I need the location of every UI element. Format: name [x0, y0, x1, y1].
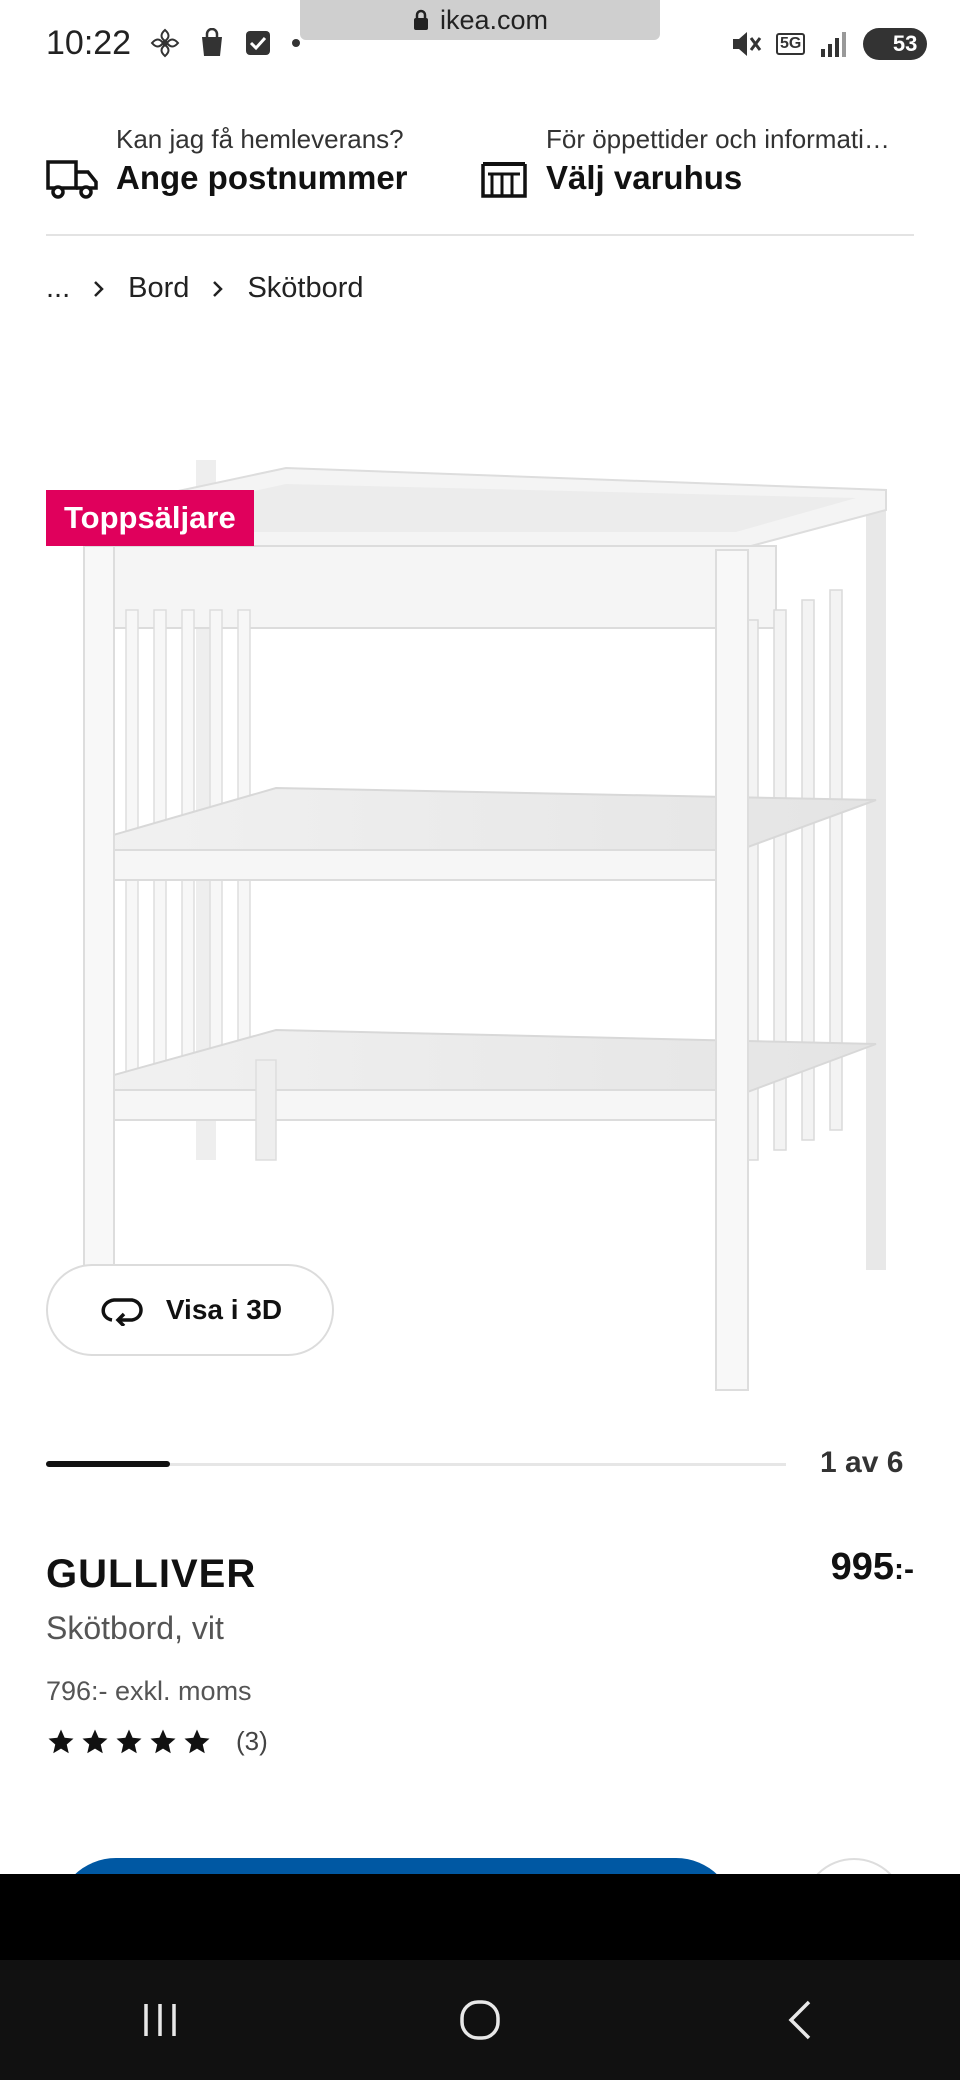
star-icon [150, 1729, 176, 1753]
recent-apps-icon [144, 2004, 176, 2036]
lock-icon [413, 9, 428, 30]
store-icon [481, 162, 527, 198]
recent-apps-button[interactable] [120, 1980, 200, 2060]
chevron-right-icon [94, 280, 104, 297]
star-icon [48, 1729, 74, 1753]
review-count: (3) [236, 1726, 268, 1756]
product-price: 995:- [831, 1546, 914, 1589]
breadcrumb-ellipsis[interactable]: ... [46, 272, 70, 305]
delivery-selector[interactable]: Kan jag få hemleverans? Ange postnummer [46, 122, 408, 202]
price-suffix: :- [894, 1553, 914, 1586]
rotate-3d-icon [101, 1298, 143, 1326]
breadcrumb: ... Bord Skötbord [46, 272, 364, 305]
star-icon [116, 1729, 142, 1753]
product-name: GULLIVER [46, 1552, 257, 1596]
system-status-icons: 5G 53 [730, 28, 928, 60]
url-text: ikea.com [439, 4, 549, 35]
checkbox-icon [246, 31, 270, 55]
store-action[interactable]: Välj varuhus [546, 156, 890, 200]
delivery-question: Kan jag få hemleverans? [116, 124, 404, 154]
price-excluding-vat: 796:- exkl. moms [46, 1676, 252, 1706]
star-icon [82, 1729, 108, 1753]
store-selector[interactable]: För öppettider och informati… Välj varuh… [480, 122, 890, 200]
status-time: 10:22 [46, 24, 132, 62]
battery-level: 53 [892, 31, 918, 56]
product-rating[interactable]: (3) [46, 1726, 268, 1757]
changing-table-illustration [83, 460, 887, 1391]
system-overlay-band [0, 1874, 960, 1960]
truck-icon [46, 160, 98, 199]
view-in-3d-label: Visa i 3D [165, 1294, 283, 1325]
home-icon [460, 2000, 500, 2040]
shopping-bag-icon [202, 28, 222, 56]
url-bar[interactable]: ikea.com [300, 0, 660, 40]
product-description: Skötbord, vit [46, 1610, 224, 1646]
header-divider [46, 234, 914, 236]
back-button[interactable] [760, 1980, 840, 2060]
product-image[interactable] [46, 440, 914, 1400]
android-navigation-bar [0, 1960, 960, 2080]
chevron-right-icon [213, 280, 224, 297]
bestseller-badge: Toppsäljare [46, 490, 254, 546]
star-icon [184, 1729, 210, 1753]
breadcrumb-skotbord[interactable]: Skötbord [247, 272, 363, 305]
price-value: 995 [830, 1546, 895, 1588]
store-question: För öppettider och informati… [546, 124, 890, 154]
image-pager-count: 1 av 6 [820, 1446, 904, 1479]
home-button[interactable] [440, 1980, 520, 2060]
delivery-action[interactable]: Ange postnummer [116, 156, 408, 200]
dot-icon [292, 39, 300, 47]
notification-icons [150, 28, 302, 58]
view-in-3d-button[interactable]: Visa i 3D [46, 1264, 334, 1356]
battery-indicator: 53 [863, 28, 928, 60]
breadcrumb-bord[interactable]: Bord [128, 272, 189, 305]
signal-icon [821, 32, 847, 57]
back-icon [788, 2000, 811, 2040]
fan-icon [150, 28, 180, 58]
network-type-label: 5G [776, 33, 806, 55]
rating-stars [46, 1727, 212, 1757]
image-pager-indicator [46, 1461, 170, 1467]
mute-icon [733, 32, 762, 56]
